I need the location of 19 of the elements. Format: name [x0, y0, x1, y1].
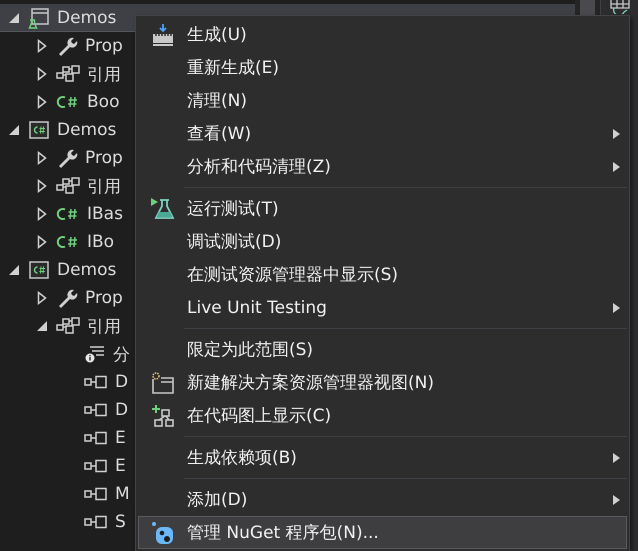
tree-item-label: 分	[113, 344, 130, 366]
tree-item-label: Demos	[57, 120, 116, 140]
tree-item-label: Demos	[57, 8, 116, 28]
tree-item-label: E	[115, 456, 126, 476]
tree-item-label: IBo	[87, 232, 114, 252]
tree-item-label: Demos	[57, 260, 116, 280]
tree-item-label: IBas	[87, 204, 123, 224]
tree-item-label: S	[115, 512, 126, 532]
tree-item-label: Boo	[87, 92, 120, 112]
tree-item-label: Prop	[85, 36, 123, 56]
tree-item-label: 引用	[87, 176, 121, 198]
tree-item-label: 引用	[87, 316, 121, 338]
tree-item-label: 引用	[87, 64, 121, 86]
tree-item-label: D	[115, 400, 128, 420]
tree-item-label: M	[115, 484, 130, 504]
tree-item-label: D	[115, 372, 128, 392]
tree-item-label: Prop	[85, 148, 123, 168]
tree-item-label: Prop	[85, 288, 123, 308]
tree-item-label: E	[115, 428, 126, 448]
